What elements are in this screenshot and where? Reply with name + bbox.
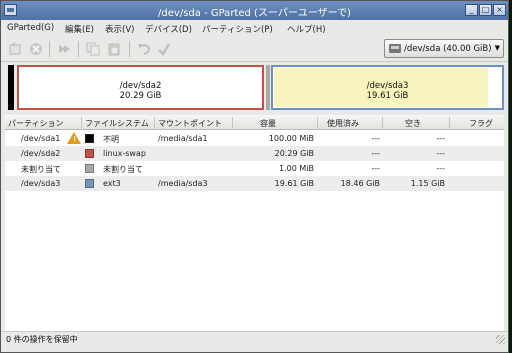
chevron-down-icon: ▼ xyxy=(494,44,500,52)
column-separator xyxy=(317,117,318,128)
menu-partition[interactable]: パーティション(P) xyxy=(202,23,273,35)
cell-size: 1.00 MiB xyxy=(279,164,314,173)
menu-view[interactable]: 表示(V) xyxy=(105,23,134,35)
minimize-button[interactable]: _ xyxy=(465,4,478,16)
column-separator xyxy=(81,117,82,128)
maximize-button[interactable]: □ xyxy=(479,4,492,16)
menu-gparted[interactable]: GParted(G) xyxy=(7,23,54,33)
graph-partition-sda2[interactable]: /dev/sda2 20.29 GiB xyxy=(17,65,264,110)
cell-free: --- xyxy=(436,134,445,143)
delete-icon[interactable] xyxy=(29,42,43,56)
column-separator xyxy=(449,117,450,128)
graph-partition-size: 20.29 GiB xyxy=(119,91,162,101)
cell-filesystem: 未割り当て xyxy=(103,165,143,174)
column-size[interactable]: 容量 xyxy=(260,118,276,129)
cell-size: 100.00 MiB xyxy=(268,134,314,143)
cell-partition: /dev/sda1 xyxy=(21,134,61,143)
filesystem-color-swatch xyxy=(85,179,94,188)
cell-partition: 未割り当て xyxy=(21,165,61,174)
close-button[interactable]: × xyxy=(493,4,506,16)
cell-free: --- xyxy=(436,149,445,158)
cell-filesystem: 不明 xyxy=(103,135,119,144)
gparted-window: /dev/sda - GParted (スーパーユーザーで) _ □ × GPa… xyxy=(0,0,509,353)
table-row[interactable]: /dev/sda2 linux-swap 20.29 GiB --- --- xyxy=(5,146,504,161)
warning-icon: ! xyxy=(67,132,81,144)
harddisk-icon xyxy=(389,44,401,53)
toolbar-separator xyxy=(78,41,79,57)
cell-size: 19.61 GiB xyxy=(274,179,314,188)
table-row[interactable]: /dev/sda1 ! 不明 /media/sda1 100.00 MiB --… xyxy=(5,131,504,146)
undo-icon[interactable] xyxy=(137,42,151,56)
cell-free: --- xyxy=(436,164,445,173)
column-separator xyxy=(382,117,383,128)
menu-device[interactable]: デバイス(D) xyxy=(145,23,192,35)
partition-table: /dev/sda1 ! 不明 /media/sda1 100.00 MiB --… xyxy=(5,130,504,331)
menu-bar: GParted(G) 編集(E) 表示(V) デバイス(D) パーティション(P… xyxy=(1,20,508,36)
apply-icon[interactable] xyxy=(157,42,171,56)
graph-partition-size: 19.61 GiB xyxy=(366,91,409,101)
cell-used: --- xyxy=(371,164,380,173)
resize-grip[interactable] xyxy=(496,335,505,344)
cell-partition: /dev/sda2 xyxy=(21,149,61,158)
column-filesystem[interactable]: ファイルシステム xyxy=(85,118,149,129)
cell-used: --- xyxy=(371,149,380,158)
column-separator xyxy=(154,117,155,128)
toolbar-separator xyxy=(49,41,50,57)
cell-size: 20.29 GiB xyxy=(274,149,314,158)
graph-unallocated[interactable] xyxy=(266,65,270,110)
cell-used: --- xyxy=(371,134,380,143)
column-used[interactable]: 使用済み xyxy=(327,118,359,129)
resize-move-icon[interactable] xyxy=(57,42,71,56)
window-title: /dev/sda - GParted (スーパーユーザーで) xyxy=(158,8,351,19)
column-flags[interactable]: フラグ xyxy=(469,118,493,129)
menu-help[interactable]: ヘルプ(H) xyxy=(287,23,326,35)
toolbar-separator xyxy=(129,41,130,57)
cell-used: 18.46 GiB xyxy=(340,179,380,188)
graph-partition-sda1[interactable] xyxy=(8,65,14,110)
table-header: パーティション ファイルシステム マウントポイント 容量 使用済み 空き フラグ xyxy=(5,115,504,130)
new-icon[interactable] xyxy=(8,42,22,56)
cell-filesystem: ext3 xyxy=(103,179,121,188)
device-selector-label: /dev/sda (40.00 GiB) xyxy=(404,44,492,54)
table-row[interactable]: /dev/sda3 ext3 /media/sda3 19.61 GiB 18.… xyxy=(5,176,504,191)
cell-filesystem: linux-swap xyxy=(103,149,146,158)
column-partition[interactable]: パーティション xyxy=(8,118,64,129)
filesystem-color-swatch xyxy=(85,134,94,143)
column-mountpoint[interactable]: マウントポイント xyxy=(158,118,222,129)
paste-icon[interactable] xyxy=(107,42,121,56)
filesystem-color-swatch xyxy=(85,149,94,158)
device-selector[interactable]: /dev/sda (40.00 GiB) ▼ xyxy=(384,39,504,58)
menu-edit[interactable]: 編集(E) xyxy=(65,23,94,35)
cell-mountpoint: /media/sda3 xyxy=(158,179,208,188)
cell-mountpoint: /media/sda1 xyxy=(158,134,208,143)
cell-partition: /dev/sda3 xyxy=(21,179,61,188)
partition-graph: /dev/sda2 20.29 GiB /dev/sda3 19.61 GiB xyxy=(5,64,505,113)
column-free[interactable]: 空き xyxy=(405,118,421,129)
filesystem-color-swatch xyxy=(85,164,94,173)
pending-operations-status: 0 件の操作を保留中 xyxy=(6,335,78,344)
table-row[interactable]: 未割り当て 未割り当て 1.00 MiB --- --- xyxy=(5,161,504,176)
status-bar: 0 件の操作を保留中 xyxy=(1,331,508,346)
title-bar[interactable]: /dev/sda - GParted (スーパーユーザーで) _ □ × xyxy=(1,1,508,20)
graph-partition-name: /dev/sda2 xyxy=(119,81,162,91)
toolbar: /dev/sda (40.00 GiB) ▼ xyxy=(1,36,508,62)
graph-partition-sda3[interactable]: /dev/sda3 19.61 GiB xyxy=(271,65,504,110)
cell-free: 1.15 GiB xyxy=(410,179,445,188)
graph-partition-name: /dev/sda3 xyxy=(366,81,409,91)
column-separator xyxy=(232,117,233,128)
copy-icon[interactable] xyxy=(86,42,100,56)
